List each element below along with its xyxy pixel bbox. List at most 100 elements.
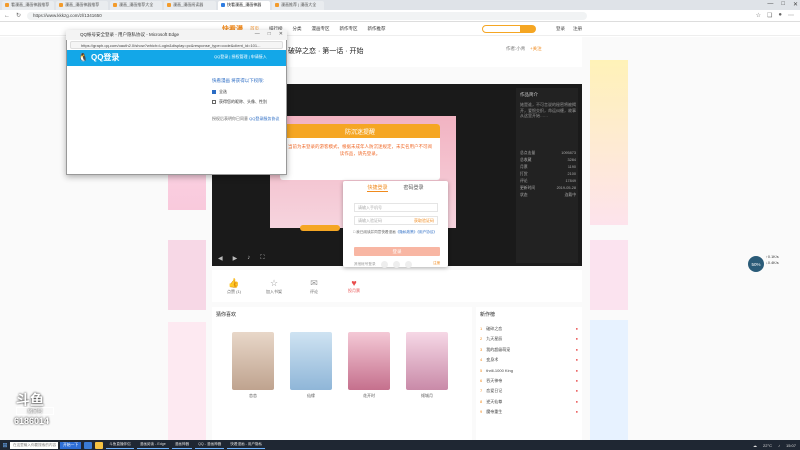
recommend-cover[interactable]	[290, 332, 332, 390]
reading-progress[interactable]	[300, 225, 340, 231]
ranking-item[interactable]: 8 逆天仙尊 ●	[480, 397, 578, 407]
menu-icon[interactable]: ⋯	[788, 12, 794, 19]
site-favicon-icon	[5, 3, 9, 7]
qq-minimize-button[interactable]: —	[255, 31, 260, 37]
ranking-item[interactable]: 2 九天星辰 ●	[480, 334, 578, 344]
taskbar-search-input[interactable]: 在这里输入你要搜索的内容	[10, 441, 58, 449]
qq-login-icon[interactable]	[380, 261, 388, 268]
browser-tab[interactable]: 漫画_漫画阅读器	[164, 0, 216, 10]
left-ad-banner-3[interactable]	[168, 322, 206, 440]
volume-icon[interactable]: ♪	[247, 255, 250, 261]
minimize-button[interactable]: —	[767, 1, 773, 8]
vote-button[interactable]: ♥ 投月票	[336, 278, 372, 294]
nav-item-zone[interactable]: 漫画专区	[312, 26, 330, 32]
tab-password-login[interactable]: 密码登录	[404, 184, 424, 192]
login-tabs: 快捷登录 密码登录	[343, 184, 448, 192]
recommend-name[interactable]: 倾城月	[406, 393, 448, 399]
recommend-cover[interactable]	[348, 332, 390, 390]
taskbar-app[interactable]: 漫画神器	[171, 441, 193, 449]
info-row: 打赏 2100	[520, 172, 576, 176]
ranking-item[interactable]: 3 我的超级萌宠 ●	[480, 345, 578, 355]
clock[interactable]: 15:07	[786, 443, 796, 448]
author-name[interactable]: 作者:小青	[506, 46, 525, 52]
recommend-name[interactable]: 花开时	[348, 393, 390, 399]
work-title: 破碎之恋 · 第一话 · 开始	[288, 48, 364, 55]
follow-button[interactable]: +关注	[530, 46, 542, 52]
register-button[interactable]: 注册	[433, 261, 440, 266]
taskbar-app[interactable]: QQ - 漫画神器	[195, 441, 225, 449]
recommend-cover[interactable]	[406, 332, 448, 390]
weibo-login-icon[interactable]	[404, 261, 412, 268]
qq-close-button[interactable]: ✕	[279, 31, 283, 37]
favorites-icon[interactable]: ☆	[756, 12, 761, 19]
checkbox-icon[interactable]	[212, 100, 216, 104]
close-button[interactable]: ✕	[793, 1, 798, 8]
privacy-link[interactable]: 《隐私政策》	[396, 230, 418, 234]
taskview-icon[interactable]	[84, 441, 93, 449]
get-code-button[interactable]: 获取验证码	[414, 218, 434, 224]
next-icon[interactable]: ▶	[233, 255, 238, 262]
collections-icon[interactable]: ❏	[767, 12, 772, 19]
user-agreement-link[interactable]: 《用户协议》	[417, 230, 437, 234]
recommend-cover[interactable]	[232, 332, 274, 390]
bookshelf-button[interactable]: ☆ 加入书架	[256, 278, 292, 295]
register-link[interactable]: 注册	[573, 26, 582, 32]
browser-tab[interactable]: 漫画推荐 | 漫画大全	[272, 0, 324, 10]
weather-temp[interactable]: 22°C	[763, 443, 772, 448]
checkbox-checked-icon[interactable]	[212, 90, 216, 94]
ranking-item[interactable]: 9 魔帝重生 ●	[480, 407, 578, 417]
profile-icon[interactable]: ●	[778, 12, 782, 19]
qq-agreement-link[interactable]: QQ登录服务协议	[249, 116, 279, 121]
qq-maximize-button[interactable]: □	[268, 31, 271, 37]
refresh-icon[interactable]: ↻	[16, 12, 21, 19]
ranking-item[interactable]: 5 thrill-1000 King ●	[480, 366, 578, 376]
recommend-name[interactable]: 仙缘	[290, 393, 332, 399]
fullscreen-icon[interactable]: ⛶	[260, 255, 264, 262]
weather-icon[interactable]: ☁	[753, 443, 757, 448]
right-ad-banner-3[interactable]	[590, 320, 628, 440]
browser-tab[interactable]: 漫画_漫画神器推荐	[56, 0, 108, 10]
recommend-name[interactable]: 恋恋	[232, 393, 274, 399]
qq-option-all[interactable]: 全选	[212, 89, 227, 95]
login-button[interactable]: 登录	[354, 247, 440, 256]
like-button[interactable]: 👍 点赞 (1)	[216, 278, 252, 295]
notice-text: 当前为未登录的游客模式，根据未成年人防沉迷规定，未实名用户不可阅读作品，请先登录…	[288, 144, 432, 156]
taskbar-app[interactable]: 斗鱼直播伴侣	[106, 441, 134, 449]
left-ad-banner-2[interactable]	[168, 240, 206, 310]
ranking-item[interactable]: 1 破碎之恋 ●	[480, 324, 578, 334]
phone-input[interactable]: 请输入手机号	[354, 203, 438, 212]
net-speed-widget[interactable]: 50%	[748, 256, 764, 272]
ranking-item[interactable]: 4 变身术 ●	[480, 355, 578, 365]
nav-item-new[interactable]: 新作专区	[340, 26, 358, 32]
maximize-button[interactable]: □	[781, 1, 785, 8]
explorer-icon[interactable]	[95, 441, 104, 449]
ranking-item[interactable]: 6 吞天神帝 ●	[480, 376, 578, 386]
qq-header-links[interactable]: QQ登录 | 授权管理 | 申请接入	[214, 54, 267, 60]
comment-button[interactable]: ✉ 评论	[296, 278, 332, 295]
ranking-item[interactable]: 7 恋爱日记 ●	[480, 386, 578, 396]
qq-window-url[interactable]: https://graph.qq.com/oauth2.0/show?which…	[70, 41, 283, 49]
site-search-button[interactable]	[520, 25, 536, 33]
info-row: 月票 1190	[520, 165, 576, 169]
windows-start-icon[interactable]: ⊞	[0, 442, 10, 449]
browser-tab-active[interactable]: 快看漫画_漫画神器	[218, 0, 270, 10]
wechat-login-icon[interactable]	[392, 261, 400, 268]
code-input[interactable]: 请输入验证码 获取验证码	[354, 216, 438, 225]
browser-tab[interactable]: 看漫画_漫画神器推荐	[2, 0, 54, 10]
right-ad-banner-2[interactable]	[590, 240, 628, 310]
back-icon[interactable]: ←	[4, 13, 10, 19]
taskbar-app[interactable]: 漫画阅读 - Edge	[136, 441, 169, 449]
qq-option-profile[interactable]: 获得您的昵称、头像、性别	[212, 99, 267, 105]
taskbar-search-button[interactable]: 开始一下	[60, 441, 82, 449]
volume-tray-icon[interactable]: ♪	[778, 443, 780, 448]
login-link[interactable]: 登录	[556, 26, 565, 32]
taskbar-app[interactable]: 快看漫画 - 用户隐私	[227, 441, 266, 449]
url-field[interactable]: https://www.kkkzg.com/zl/1341650	[27, 11, 588, 20]
nav-item-recommend[interactable]: 新作推荐	[368, 26, 386, 32]
nav-item-category[interactable]: 分类	[293, 26, 302, 32]
address-bar: ← ↻ https://www.kkkzg.com/zl/1341650 ☆ ❏…	[0, 10, 800, 22]
browser-tab[interactable]: 漫画_漫画推荐大全	[110, 0, 162, 10]
tab-fast-login[interactable]: 快捷登录	[367, 184, 388, 192]
prev-icon[interactable]: ◀	[218, 255, 223, 262]
right-ad-banner[interactable]	[590, 60, 628, 225]
